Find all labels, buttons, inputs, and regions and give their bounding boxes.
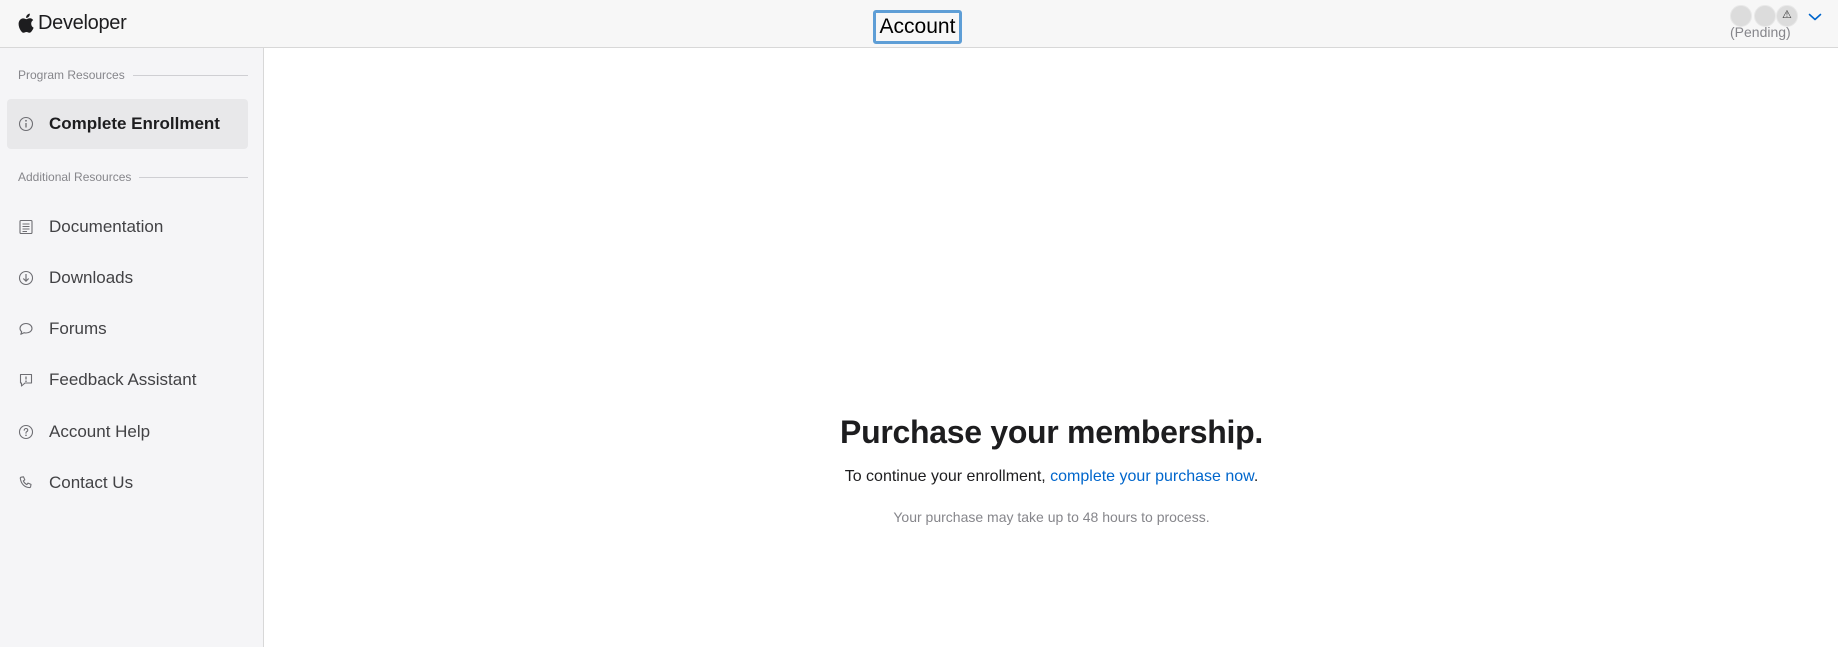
warning-icon: ⚠ (1782, 9, 1792, 21)
account-status: (Pending) (1730, 24, 1791, 40)
section-heading-program-resources: Program Resources (18, 68, 248, 82)
sidebar-item-label: Complete Enrollment (49, 114, 220, 133)
document-list-icon (19, 219, 33, 235)
sidebar-item-label: Account Help (49, 422, 151, 441)
info-circle-icon (18, 116, 34, 132)
sidebar: Program Resources Complete Enrollment Ad… (0, 48, 264, 647)
sidebar-item-forums[interactable]: Forums (7, 304, 248, 354)
enrollment-message-prefix: To continue your enrollment, (844, 468, 1051, 485)
apple-logo-icon (18, 13, 34, 33)
section-divider (139, 176, 248, 178)
sidebar-item-downloads[interactable]: Downloads (7, 253, 248, 303)
top-bar: Developer Account ⚠ (Pending) (0, 0, 1838, 48)
section-heading-label: Program Resources (18, 68, 125, 82)
main-content: Purchase your membership. To continue yo… (265, 48, 1838, 647)
section-heading-label: Additional Resources (18, 170, 132, 184)
sidebar-item-label: Documentation (49, 217, 164, 236)
membership-heading: Purchase your membership. (840, 414, 1263, 450)
sidebar-item-documentation[interactable]: Documentation (7, 202, 248, 252)
account-menu[interactable]: ⚠ (Pending) (1722, 3, 1822, 43)
section-heading-additional-resources: Additional Resources (18, 170, 248, 184)
chevron-down-icon[interactable] (1808, 12, 1822, 22)
enrollment-message-suffix: . (1253, 468, 1259, 485)
brand-logo-link[interactable]: Developer (18, 11, 127, 35)
sidebar-item-label: Downloads (49, 268, 134, 287)
speech-bubble-icon (19, 322, 33, 335)
section-divider (132, 74, 248, 76)
sidebar-item-feedback-assistant[interactable]: Feedback Assistant (7, 355, 248, 405)
sidebar-item-complete-enrollment[interactable]: Complete Enrollment (7, 99, 248, 149)
sidebar-item-label: Forums (49, 319, 107, 338)
processing-note: Your purchase may take up to 48 hours to… (893, 509, 1210, 525)
sidebar-item-contact-us[interactable]: Contact Us (7, 458, 248, 508)
download-circle-icon (18, 270, 34, 286)
enrollment-message: To continue your enrollment, complete yo… (265, 468, 1838, 486)
feedback-bubble-icon (19, 373, 33, 387)
question-circle-icon (18, 424, 34, 440)
brand-text: Developer (38, 11, 127, 34)
page-title: Account (873, 10, 962, 44)
sidebar-item-label: Contact Us (49, 473, 134, 492)
phone-icon (19, 476, 32, 489)
sidebar-item-label: Feedback Assistant (49, 370, 197, 389)
sidebar-item-account-help[interactable]: Account Help (7, 407, 248, 457)
complete-purchase-link[interactable]: complete your purchase now (1050, 468, 1254, 485)
